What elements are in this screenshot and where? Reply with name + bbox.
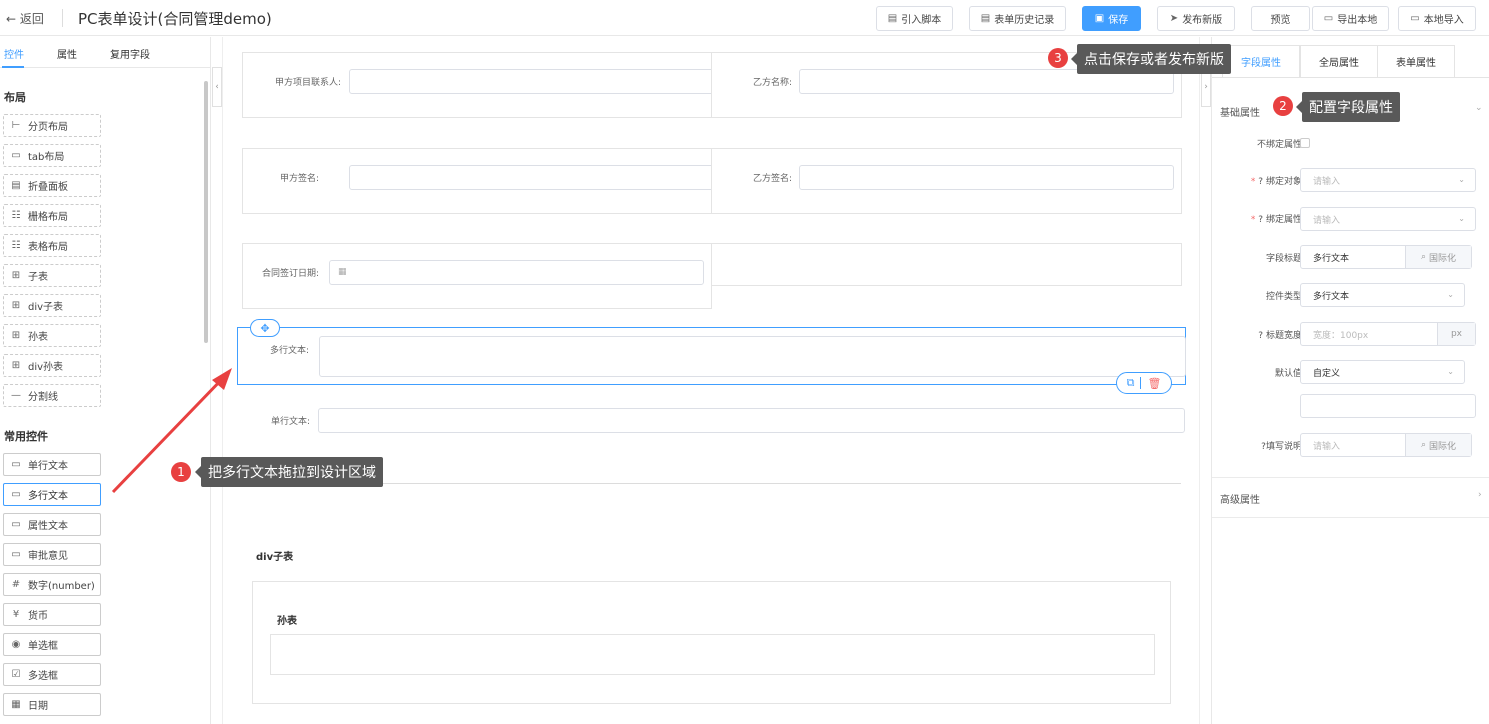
annotation-badge-2: 2	[1273, 96, 1293, 116]
annotation-tip-2: 配置字段属性	[1302, 92, 1400, 122]
annotation-tip-3: 点击保存或者发布新版	[1077, 44, 1231, 74]
annotation-tip-1: 把多行文本拖拉到设计区域	[201, 457, 383, 487]
annotation-badge-3: 3	[1048, 48, 1068, 68]
annotation-badge-1: 1	[171, 462, 191, 482]
annotation-arrow	[111, 368, 232, 494]
